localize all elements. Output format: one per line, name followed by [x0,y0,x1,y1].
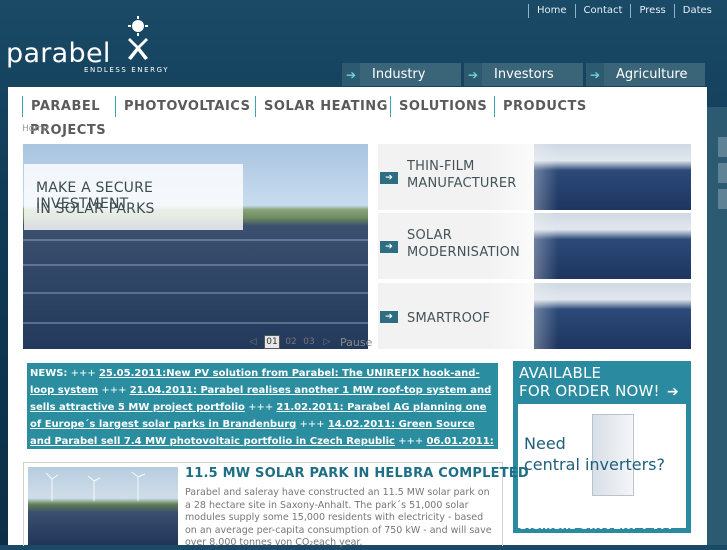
tile-label-line1: SOLAR [407,228,452,243]
nav-parabel[interactable]: PARABEL [22,96,100,117]
wind-turbine-icon [45,471,146,501]
slide-button-3[interactable]: 03 [302,336,316,348]
news-ticker: NEWS: +++ 25.05.2011:New PV solution fro… [27,363,498,464]
nav-products[interactable]: PRODUCTS [494,96,587,117]
slider-next-icon[interactable]: ▷ [320,336,334,348]
arrow-right-icon: ➔ [342,63,360,86]
top-nav-contact[interactable]: Contact [574,4,631,18]
breadcrumb[interactable]: Home [22,124,49,134]
article-body: Parabel and saleray have constructed an … [185,487,492,549]
slider-prev-icon[interactable]: ◁ [246,336,260,348]
tile-label-line2: MODERNISATION [407,245,520,260]
top-nav-dates[interactable]: Dates [673,4,720,18]
logo-tagline: ENDLESS ENERGY [84,66,170,74]
arrow-right-icon: ➔ [380,241,398,253]
tile-solar-modernisation[interactable]: ➔ SOLAR MODERNISATION [378,213,691,279]
arrow-right-icon: ➔ [464,63,482,86]
news-separator: +++ [101,385,127,396]
ad-headline-2: FOR ORDER NOW! [519,382,660,400]
news-separator: +++ [248,402,274,413]
tab-label: Investors [494,67,554,82]
article-title[interactable]: 11.5 MW SOLAR PARK IN HELBRA COMPLETED [185,466,529,481]
ad-need-line1: Need [524,434,566,453]
pause-button[interactable]: Pause [340,336,372,349]
tab-label: Agriculture [616,67,688,82]
news-separator: +++ [299,419,325,430]
hero-caption[interactable]: MAKE A SECURE INVESTMENT IN SOLAR PARKS [24,164,243,230]
tile-smartroof[interactable]: ➔ SMARTROOF [378,283,691,349]
news-label: NEWS: [30,368,68,379]
side-strip [707,107,727,545]
news-separator: +++ [70,368,96,379]
top-nav-home[interactable]: Home [528,4,575,18]
arrow-right-icon: ➔ [667,384,679,400]
tile-label-line1: THIN-FILM [407,159,475,174]
side-tab[interactable] [718,137,727,157]
tile-thin-film[interactable]: ➔ THIN-FILM MANUFACTURER [378,144,691,210]
top-nav: Home Contact Press Dates [528,4,720,18]
arrow-right-icon: ➔ [586,63,604,86]
nav-solutions[interactable]: SOLUTIONS [390,96,487,117]
arrow-right-icon: ➔ [380,311,398,323]
nav-photovoltaics[interactable]: PHOTOVOLTAICS [115,96,250,117]
ad-headline-1: AVAILABLE [519,364,602,382]
tile-label-line2: MANUFACTURER [407,176,517,191]
ad-product: Siemens SINVERT PVM [519,518,673,532]
tab-label: Industry [372,67,426,82]
logo-wordmark: parabel [6,38,111,69]
news-separator: +++ [398,436,424,447]
slide-button-1[interactable]: 01 [264,335,280,349]
tab-agriculture[interactable]: ➔ Agriculture [586,63,705,86]
hero-caption-line2: IN SOLAR PARKS [36,201,155,217]
article-image[interactable] [28,467,178,545]
inverter-ad[interactable]: AVAILABLE FOR ORDER NOW! ➔ Need central … [513,361,691,533]
top-nav-press[interactable]: Press [630,4,673,18]
nav-solar-heating[interactable]: SOLAR HEATING [255,96,388,117]
section-tabs: ➔ Industry ➔ Investors ➔ Agriculture [342,63,708,86]
tab-industry[interactable]: ➔ Industry [342,63,461,86]
slide-button-2[interactable]: 02 [284,336,298,348]
side-tab[interactable] [718,163,727,183]
tab-investors[interactable]: ➔ Investors [464,63,583,86]
slider-controls: ◁ 01 02 03 ▷ Pause [246,335,372,349]
sun-person-icon [128,16,148,60]
tile-label-line1: SMARTROOF [407,311,491,326]
side-tab[interactable] [718,189,727,209]
ad-need-line2: central inverters? [524,455,665,474]
arrow-right-icon: ➔ [380,172,398,184]
